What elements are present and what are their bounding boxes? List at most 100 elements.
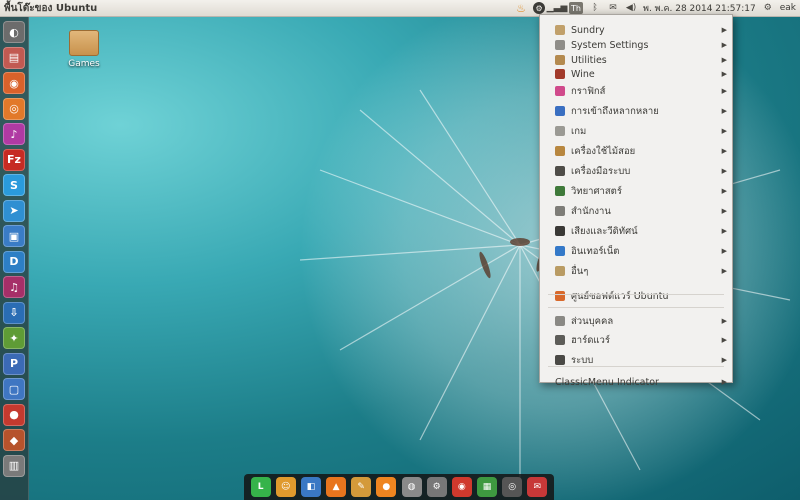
menu-item-label: Wine [571,68,595,80]
trash-icon[interactable]: ▥ [3,454,25,477]
menu-item-label: เสียงและวีดิทัศน์ [571,225,638,237]
virtualbox-icon[interactable]: ▢ [3,378,25,400]
dropbox-icon[interactable]: D [3,250,25,273]
menu-item-label: ส่วนบุคคล [571,315,614,327]
webcam-icon[interactable]: ◎ [502,477,523,497]
submenu-arrow-icon: ▶ [721,56,727,64]
network-icon[interactable]: ▁▃▅ [547,2,568,14]
headphones-icon[interactable]: ♫ [3,276,25,298]
menu-item-office[interactable]: สำนักงาน ▶ [540,203,732,219]
chrome-dock-icon[interactable]: ◉ [451,477,472,497]
submenu-arrow-icon: ▶ [721,247,727,255]
mail-icon[interactable]: ✉ [527,477,548,497]
software-center-icon [555,291,565,301]
telegram-icon[interactable]: ➤ [3,199,25,222]
mail-icon[interactable]: ✉ [607,2,619,14]
menu-item-label: อินเทอร์เน็ต [571,245,620,257]
update-icon[interactable]: ⇩ [3,301,25,324]
menu-item-label: อื่นๆ [571,265,589,277]
skype-icon[interactable]: S [3,174,25,196]
sundry-icon [555,25,565,35]
system-tools-icon [555,166,565,176]
menu-item-graphics[interactable]: กราฟิกส์ ▶ [540,83,732,99]
photos-icon[interactable]: ▦ [476,477,497,497]
menu-item-other[interactable]: อื่นๆ ▶ [540,263,732,279]
gear-icon[interactable]: ⚙ [762,2,774,14]
menu-item-accessibility[interactable]: การเข้าถึงหลากหลาย ▶ [540,103,732,119]
classic-menu-icon[interactable]: ⚙ [533,2,546,14]
menu-separator [548,294,724,295]
text-editor-icon[interactable]: ✎ [351,477,372,497]
keyboard-layout-indicator[interactable]: Th [569,2,584,14]
disc-icon[interactable]: ◍ [401,477,422,497]
menu-item-label: เครื่องใช้ไม้สอย [571,145,636,157]
submenu-arrow-icon: ▶ [721,147,727,155]
submenu-arrow-icon: ▶ [721,87,727,95]
accessories-icon [555,146,565,156]
flame-icon[interactable]: ♨ [515,2,527,15]
menu-item-hardware[interactable]: ฮาร์ดแวร์ ▶ [540,332,732,348]
launcher: ◐ ▤ ◉ ◎ ♪ Fz S ➤ ▣ D ♫ ⇩ ✦ P ▢ ● ◆ ▥ [0,17,29,500]
other-icon [555,266,565,276]
user-icon[interactable]: ☺ [275,477,296,497]
submenu-arrow-icon: ▶ [721,107,727,115]
menu-item-settings[interactable]: System Settings ▶ [540,37,732,53]
record-icon[interactable]: ● [3,403,25,426]
clock[interactable]: พ. พ.ค. 28 2014 21:57:17 [643,1,756,15]
office-icon [555,206,565,216]
vlc-icon[interactable]: ▲ [326,477,347,497]
multimedia-icon [555,226,565,236]
dash-home-icon[interactable]: ◐ [3,21,25,43]
settings-wheel-icon[interactable]: ✦ [3,327,25,349]
dock: L ☺ ◧ ▲ ✎ ● ◍ ⚙ ◉ ▦ ◎ ✉ [244,474,554,500]
submenu-arrow-icon: ▶ [721,336,727,344]
menu-item-science[interactable]: วิทยาศาสตร์ ▶ [540,183,732,199]
menu-item-wine[interactable]: Wine ▶ [540,66,732,82]
personal-icon [555,316,565,326]
submenu-arrow-icon: ▶ [721,127,727,135]
submenu-arrow-icon: ▶ [721,356,727,364]
monitor-icon[interactable]: ▣ [3,225,25,247]
menu-item-software-center[interactable]: ศูนย์ซอฟต์แวร์ Ubuntu [540,288,732,304]
submenu-arrow-icon: ▶ [721,317,727,325]
internet-icon [555,246,565,256]
utilities-icon [555,55,565,65]
submenu-arrow-icon: ▶ [721,26,727,34]
folder-icon [69,30,99,56]
hardware-icon [555,335,565,345]
menu-item-personal[interactable]: ส่วนบุคคล ▶ [540,313,732,329]
image-viewer-icon[interactable]: ◆ [3,429,25,451]
chrome-icon[interactable]: ◉ [3,72,25,94]
menu-item-classicmenu-indicator[interactable]: ClassicMenu Indicator ▶ [540,374,732,390]
bluetooth-icon[interactable]: ᛒ [589,2,601,14]
note-icon[interactable]: ♪ [3,123,25,145]
user-name[interactable]: eak [780,3,796,13]
firefox-icon[interactable]: ◎ [3,97,25,120]
window-title: พื้นโต๊ะของ Ubuntu [4,2,98,14]
accessibility-icon [555,106,565,116]
menu-item-accessories[interactable]: เครื่องใช้ไม้สอย ▶ [540,143,732,159]
submenu-arrow-icon: ▶ [721,187,727,195]
menu-item-internet[interactable]: อินเทอร์เน็ต ▶ [540,243,732,259]
orange-ball-icon[interactable]: ● [376,477,397,497]
filezilla-icon[interactable]: Fz [3,148,25,171]
files-icon[interactable]: ▤ [3,46,25,69]
menu-item-system-tools[interactable]: เครื่องมือระบบ ▶ [540,163,732,179]
menu-item-sundry[interactable]: Sundry ▶ [540,22,732,38]
desktop-folder-games[interactable]: Games [64,30,104,69]
pidgin-icon[interactable]: P [3,352,25,375]
system-icon [555,355,565,365]
menu-item-label: กราฟิกส์ [571,85,606,97]
submenu-arrow-icon: ▶ [721,167,727,175]
submenu-arrow-icon: ▶ [721,378,727,386]
line-icon[interactable]: L [250,477,271,497]
gear-icon[interactable]: ⚙ [426,477,447,497]
submenu-arrow-icon: ▶ [721,207,727,215]
finder-icon[interactable]: ◧ [300,477,321,497]
menu-item-games[interactable]: เกม ▶ [540,123,732,139]
volume-icon[interactable]: ◀) [625,2,637,14]
menu-item-label: วิทยาศาสตร์ [571,185,622,197]
graphics-icon [555,86,565,96]
menu-item-multimedia[interactable]: เสียงและวีดิทัศน์ ▶ [540,223,732,239]
menu-item-label: ศูนย์ซอฟต์แวร์ Ubuntu [571,290,669,302]
